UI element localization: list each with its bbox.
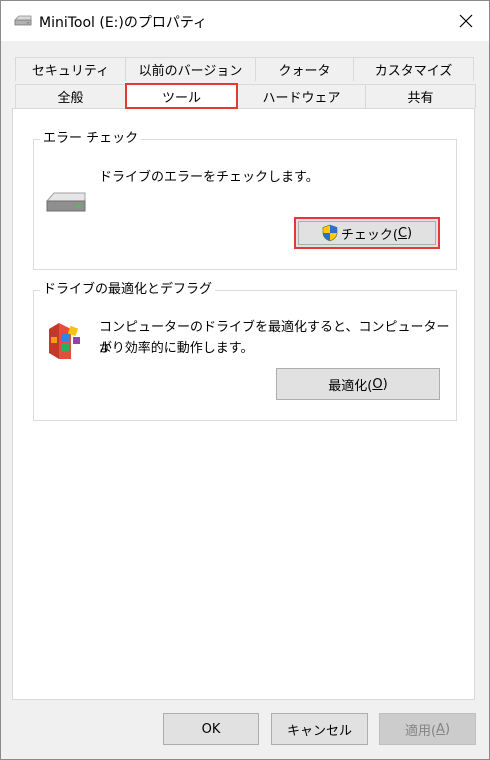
error-check-title: エラー チェック — [40, 131, 142, 147]
check-button[interactable]: チェック(C) — [294, 217, 440, 249]
uac-shield-icon — [322, 224, 338, 242]
tab-quota[interactable]: クォータ — [255, 57, 354, 81]
apply-button-mnemonic: A — [436, 721, 445, 737]
drive-icon — [46, 192, 86, 212]
tab-security[interactable]: セキュリティ — [15, 57, 126, 81]
properties-window: MiniTool (E:)のプロパティ セキュリティ 以前のバージョン クォータ… — [0, 0, 490, 760]
title-bar: MiniTool (E:)のプロパティ — [1, 1, 489, 41]
check-button-mnemonic: C — [397, 225, 408, 241]
check-button-label: チェック( — [340, 227, 398, 243]
defrag-icon — [49, 323, 80, 359]
close-icon — [459, 14, 473, 28]
tab-customize[interactable]: カスタマイズ — [353, 57, 474, 81]
optimize-title: ドライブの最適化とデフラグ — [40, 282, 216, 298]
optimize-button[interactable]: 最適化(O) — [276, 368, 440, 400]
drive-icon — [14, 15, 32, 26]
close-button[interactable] — [443, 1, 489, 41]
optimize-button-mnemonic: O — [372, 376, 383, 392]
tab-sharing[interactable]: 共有 — [365, 84, 476, 108]
tab-previous-versions[interactable]: 以前のバージョン — [125, 57, 256, 81]
ok-button[interactable]: OK — [163, 713, 259, 745]
tools-panel: エラー チェック ドライブのエラーをチェックします。 チェック(C) ドライブ… — [12, 108, 475, 700]
cancel-button[interactable]: キャンセル — [271, 713, 368, 745]
apply-button-suffix: ) — [444, 721, 451, 737]
optimize-description-line2: より効率的に動作します。 — [99, 341, 254, 356]
optimize-group: ドライブの最適化とデフラグ コンピューターのドライブを最適化すると、コンピュータ… — [33, 282, 457, 421]
tab-row-bottom: 全般 ツール ハードウェア 共有 — [15, 83, 476, 109]
tab-general[interactable]: 全般 — [15, 84, 126, 108]
apply-button[interactable]: 適用(A) — [379, 713, 476, 745]
tab-tools[interactable]: ツール — [125, 83, 238, 109]
tab-hardware[interactable]: ハードウェア — [237, 84, 366, 108]
error-check-description: ドライブのエラーをチェックします。 — [99, 170, 319, 185]
window-title: MiniTool (E:)のプロパティ — [39, 15, 208, 31]
tab-row-top: セキュリティ 以前のバージョン クォータ カスタマイズ — [15, 57, 474, 81]
error-check-group: エラー チェック ドライブのエラーをチェックします。 チェック(C) — [33, 131, 457, 270]
check-button-face: チェック(C) — [298, 221, 436, 245]
apply-button-label: 適用( — [404, 723, 437, 739]
optimize-button-suffix: ) — [382, 376, 388, 392]
optimize-button-label: 最適化( — [328, 378, 373, 394]
check-button-suffix: ) — [407, 225, 413, 241]
